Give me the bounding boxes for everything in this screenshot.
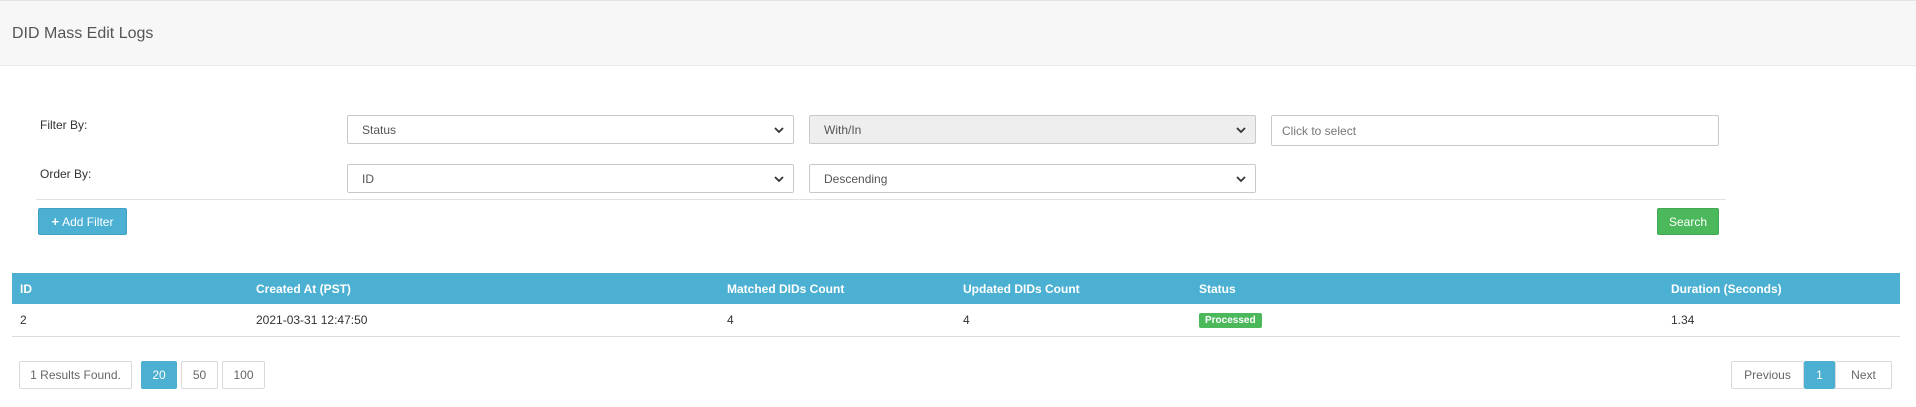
chevron-down-icon [1236, 176, 1246, 183]
chevron-down-icon [774, 127, 784, 134]
column-header-created-at[interactable]: Created At (PST) [256, 273, 351, 304]
chevron-down-icon [1236, 127, 1246, 134]
filter-value-input[interactable]: Click to select [1271, 115, 1719, 146]
filter-field-select[interactable]: Status [347, 115, 794, 144]
column-header-matched[interactable]: Matched DIDs Count [727, 273, 844, 304]
filter-operator-select: With/In [809, 115, 1256, 144]
previous-page-button[interactable]: Previous [1731, 361, 1804, 389]
order-direction-select[interactable]: Descending [809, 164, 1256, 193]
filter-by-label: Filter By: [40, 118, 88, 132]
cell-duration: 1.34 [1671, 313, 1695, 327]
page-title: DID Mass Edit Logs [12, 25, 154, 42]
column-header-id[interactable]: ID [20, 273, 32, 304]
plus-icon: + [51, 214, 60, 229]
page-size-50[interactable]: 50 [181, 361, 218, 389]
next-page-button[interactable]: Next [1835, 361, 1892, 389]
cell-status: Processed [1199, 304, 1262, 336]
order-direction-value: Descending [824, 171, 888, 186]
filter-divider [36, 199, 1726, 200]
add-filter-button[interactable]: + Add Filter [38, 208, 127, 235]
page-header: DID Mass Edit Logs [0, 0, 1916, 66]
filter-field-value: Status [362, 122, 397, 137]
order-by-label: Order By: [40, 167, 92, 181]
page-size-100[interactable]: 100 [222, 361, 265, 389]
results-count: 1 Results Found. [19, 361, 132, 389]
add-filter-label: Add Filter [62, 214, 114, 229]
column-header-duration[interactable]: Duration (Seconds) [1671, 273, 1782, 304]
page-1-button[interactable]: 1 [1804, 361, 1835, 389]
page-size-20[interactable]: 20 [141, 361, 177, 389]
order-field-value: ID [362, 171, 374, 186]
table-header: ID Created At (PST) Matched DIDs Count U… [12, 273, 1900, 304]
chevron-down-icon [774, 176, 784, 183]
cell-created-at: 2021-03-31 12:47:50 [256, 313, 368, 327]
status-badge: Processed [1199, 312, 1262, 328]
cell-updated: 4 [963, 313, 970, 327]
table-row: 2 2021-03-31 12:47:50 4 4 Processed 1.34 [12, 304, 1900, 337]
column-header-status[interactable]: Status [1199, 273, 1236, 304]
column-header-updated[interactable]: Updated DIDs Count [963, 273, 1080, 304]
cell-id: 2 [20, 313, 27, 327]
cell-matched: 4 [727, 313, 734, 327]
search-button[interactable]: Search [1657, 208, 1719, 235]
logs-table: ID Created At (PST) Matched DIDs Count U… [12, 273, 1900, 337]
filter-operator-value: With/In [824, 122, 862, 137]
order-field-select[interactable]: ID [347, 164, 794, 193]
